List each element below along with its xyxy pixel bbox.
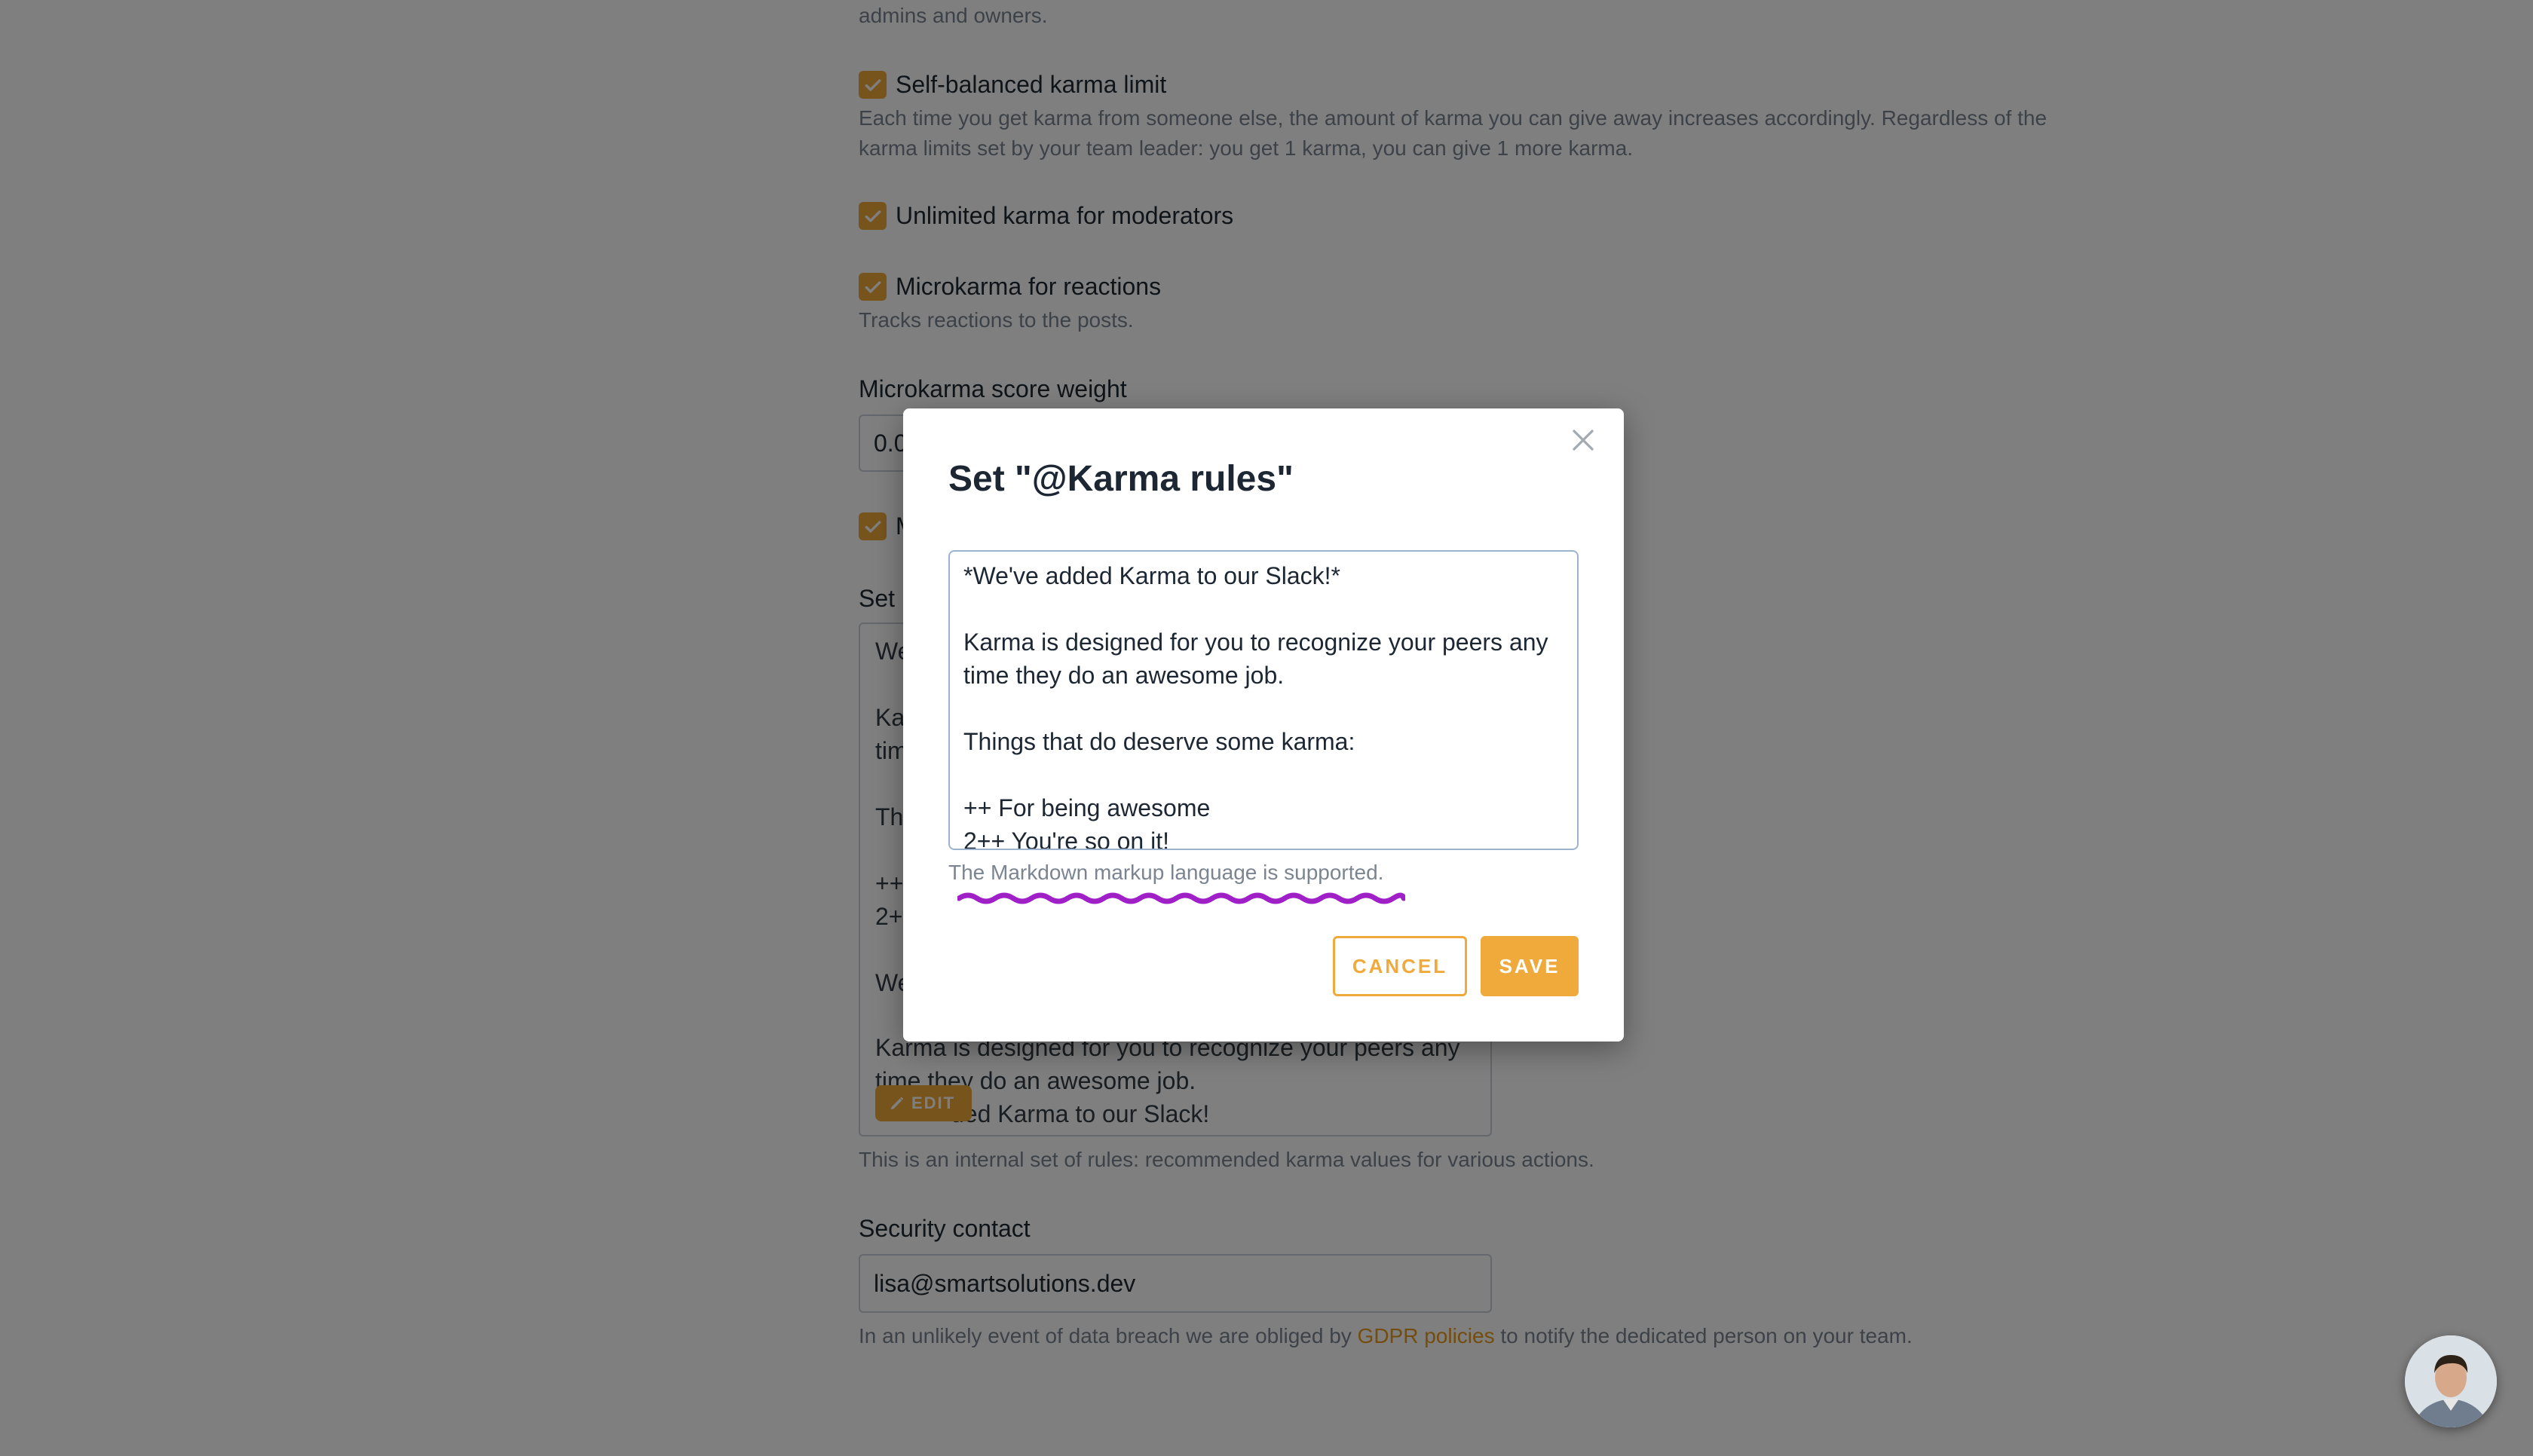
avatar-image [2405,1335,2497,1427]
cancel-button[interactable]: CANCEL [1333,936,1467,996]
close-icon[interactable] [1570,427,1597,454]
save-button[interactable]: SAVE [1481,936,1579,996]
rules-textarea[interactable]: *We've added Karma to our Slack!* Karma … [948,550,1579,850]
annotation-underline [957,892,1405,904]
karma-rules-modal: Set "@Karma rules" *We've added Karma to… [903,408,1624,1042]
avatar[interactable] [2405,1335,2497,1427]
modal-title: Set "@Karma rules" [948,459,1294,499]
markdown-hint: The Markdown markup language is supporte… [948,861,1384,884]
